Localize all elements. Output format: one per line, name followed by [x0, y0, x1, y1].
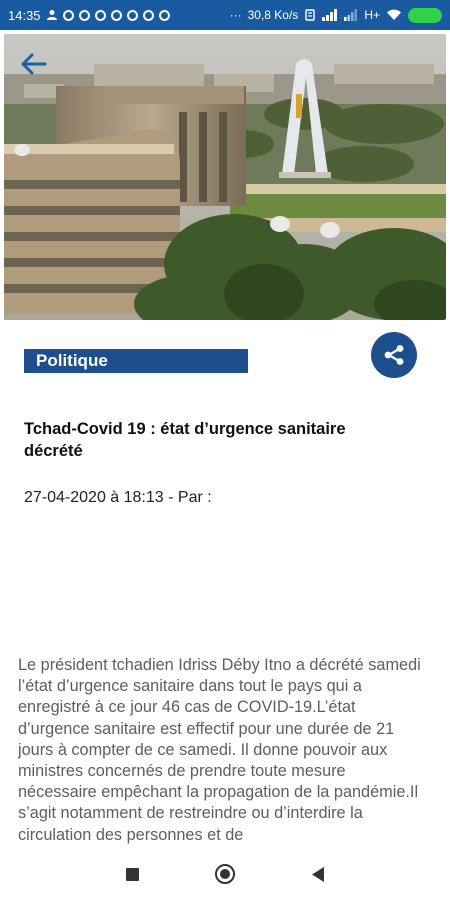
network-speed: 30,8 Ko/s [247, 8, 299, 22]
arrow-left-icon [21, 53, 47, 75]
recent-apps-button[interactable] [124, 866, 140, 882]
category-badge: Politique [24, 349, 248, 373]
status-left: 14:35 [8, 8, 170, 23]
article-image [4, 34, 446, 320]
share-icon [384, 345, 404, 365]
status-right: ··· 30,8 Ko/s H+ [229, 7, 442, 23]
article-date: 27-04-2020 à 18:13 [24, 489, 164, 506]
home-button[interactable] [215, 864, 235, 884]
facebook-icon [158, 9, 170, 21]
alarm-icon [304, 9, 316, 21]
back-button[interactable] [16, 46, 52, 82]
article-author-label: - Par : [163, 489, 212, 506]
wifi-icon [386, 9, 402, 21]
facebook-icon [62, 9, 74, 21]
facebook-icon [94, 9, 106, 21]
facebook-icon [78, 9, 90, 21]
person-icon [46, 9, 58, 21]
city-photo [4, 34, 446, 320]
square-icon [125, 867, 139, 881]
signal-icon [322, 9, 338, 21]
facebook-icon [126, 9, 138, 21]
status-time: 14:35 [8, 7, 41, 23]
circle-icon [215, 864, 235, 884]
article-body: Le président tchadien Idriss Déby Itno a… [18, 656, 421, 844]
status-bar: 14:35 ··· 30,8 Ko/s H+ [0, 0, 450, 30]
article-meta: 27-04-2020 à 18:13 - Par : [24, 489, 212, 507]
battery-icon [408, 7, 442, 23]
navigation-bar [0, 848, 450, 900]
facebook-icon [110, 9, 122, 21]
more-notifications-icon: ··· [229, 8, 242, 22]
category-label: Politique [36, 351, 108, 370]
network-type: H+ [364, 8, 380, 22]
triangle-left-icon [311, 866, 324, 882]
facebook-icon [142, 9, 154, 21]
article-title: Tchad-Covid 19 : état d’urgence sanitair… [24, 420, 346, 460]
system-back-button[interactable] [310, 866, 326, 882]
signal-icon [344, 9, 358, 21]
share-button[interactable] [371, 332, 417, 378]
